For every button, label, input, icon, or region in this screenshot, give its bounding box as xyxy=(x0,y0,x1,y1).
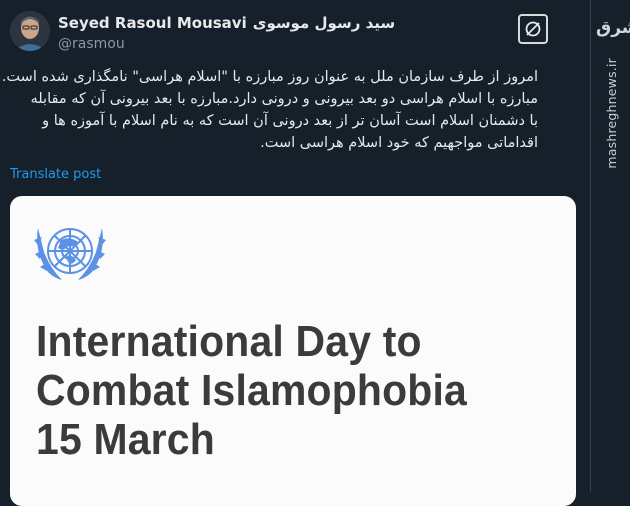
tweet-text: امروز از طرف سازمان ملل به عنوان روز مبا… xyxy=(0,66,538,154)
avatar[interactable] xyxy=(10,11,50,51)
author-name-row[interactable]: Seyed Rasoul Mousavi سید رسول موسوی xyxy=(58,14,395,32)
avatar-photo xyxy=(10,11,50,51)
grok-icon xyxy=(525,21,541,37)
column-divider xyxy=(590,0,591,492)
media-card[interactable]: International Day to Combat Islamophobia… xyxy=(10,196,576,506)
un-emblem-icon xyxy=(34,228,106,280)
tweet-line: با دشمنان اسلام است آسان تر از بعد درونی… xyxy=(42,113,538,129)
mashregh-logo: مشرق xyxy=(596,18,630,38)
author-handle[interactable]: @rasmou xyxy=(58,36,125,52)
card-title-line: Combat Islamophobia xyxy=(36,366,467,415)
author-name-fa[interactable]: سید رسول موسوی xyxy=(253,14,395,32)
card-title-line: 15 March xyxy=(36,415,215,464)
grok-button[interactable] xyxy=(518,14,548,44)
card-title: International Day to Combat Islamophobia… xyxy=(36,317,467,464)
tweet-line: مبارزه با اسلام هراسی دو بعد بیرونی و در… xyxy=(30,91,538,107)
post: Seyed Rasoul Mousavi سید رسول موسوی @ras… xyxy=(0,0,592,506)
card-title-line: International Day to xyxy=(36,317,422,366)
tweet-line: امروز از طرف سازمان ملل به عنوان روز مبا… xyxy=(1,69,538,85)
translate-post-link[interactable]: Translate post xyxy=(10,167,101,182)
watermark-site: mashreghnews.ir xyxy=(604,58,619,169)
tweet-line: اقداماتی مواجهیم که خود اسلام هراسی است. xyxy=(260,135,538,151)
author-name-en[interactable]: Seyed Rasoul Mousavi xyxy=(58,14,247,32)
